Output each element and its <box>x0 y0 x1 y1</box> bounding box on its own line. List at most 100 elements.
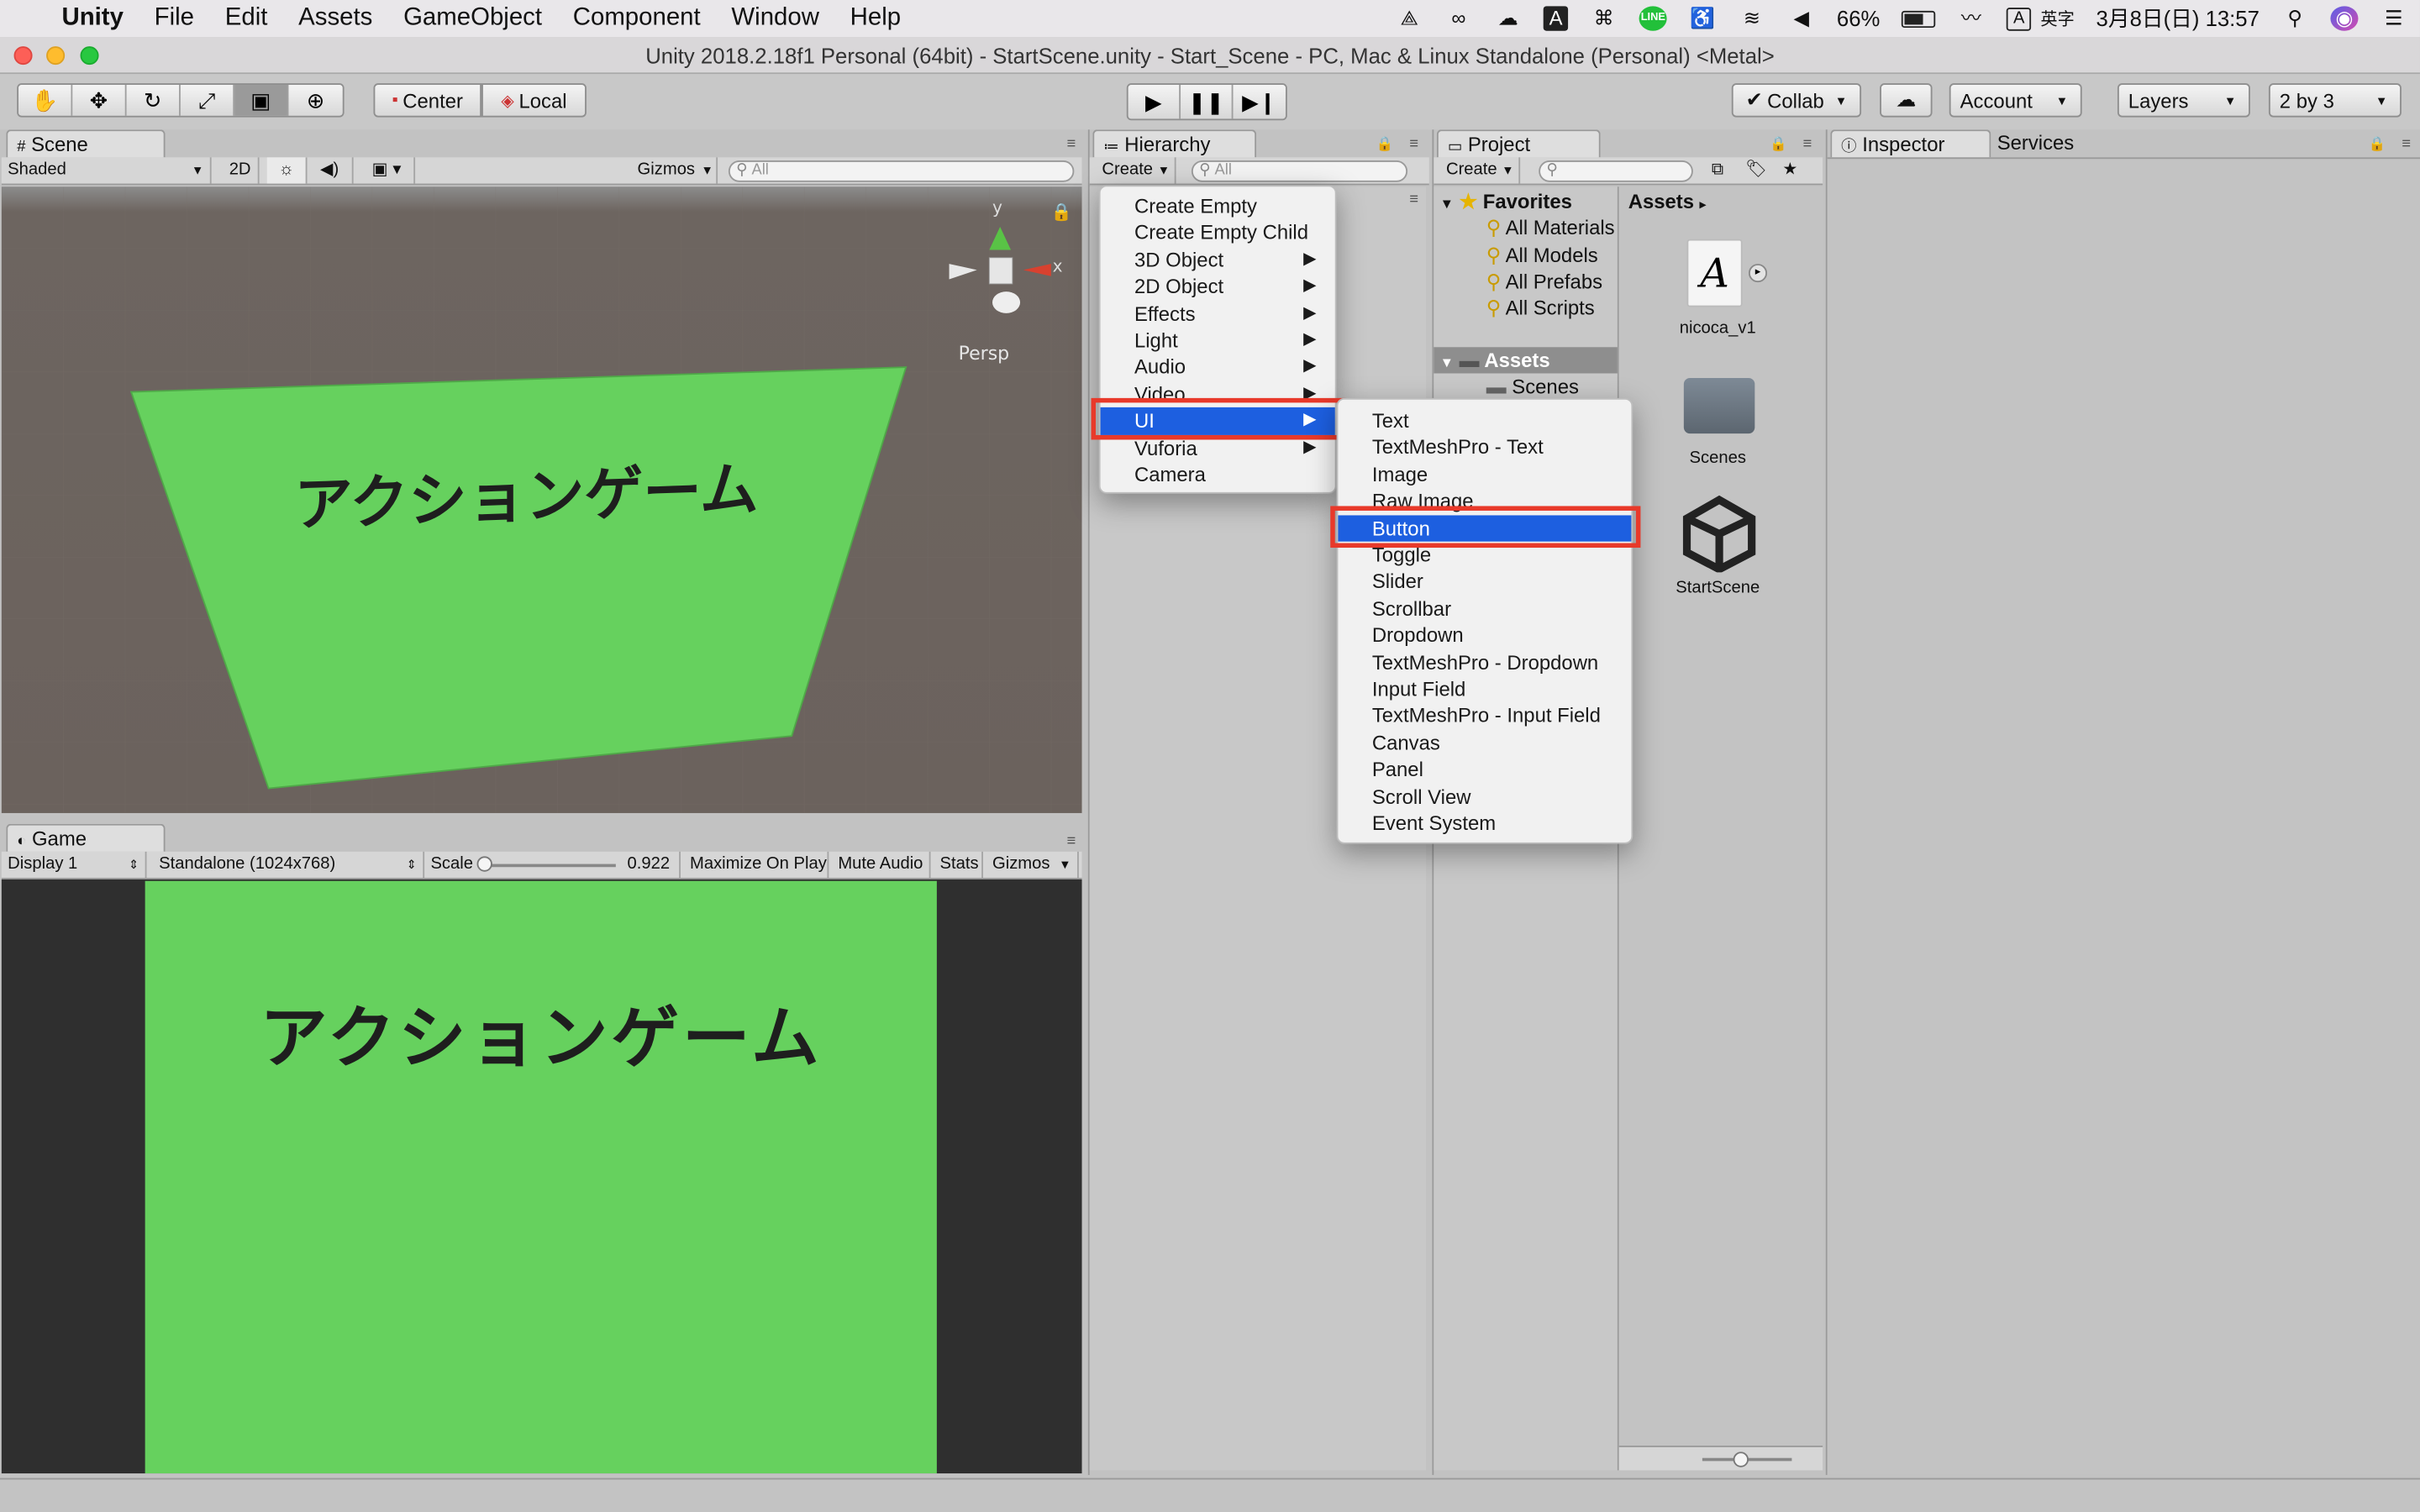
scene-menu-icon[interactable]: ≡ <box>1409 192 1418 208</box>
mute-audio-toggle[interactable]: Mute Audio <box>832 851 931 879</box>
menu-item-create-empty-child[interactable]: Create Empty Child <box>1101 220 1335 247</box>
project-create-dropdown[interactable]: Create ▼ <box>1440 157 1521 184</box>
menu-app-name[interactable]: Unity <box>46 5 139 33</box>
collab-dropdown[interactable]: ✔ Collab ▼ <box>1731 83 1862 118</box>
search-by-type-icon[interactable]: ⧉ <box>1706 157 1739 183</box>
submenu-item-textmeshpro-input-field[interactable]: TextMeshPro - Input Field <box>1338 702 1631 729</box>
submenu-item-panel[interactable]: Panel <box>1338 756 1631 783</box>
tab-scene[interactable]: # Scene <box>6 129 166 158</box>
game-viewport[interactable]: アクションゲーム <box>1 879 1082 1474</box>
scale-thumb[interactable] <box>476 856 492 872</box>
folder-icon[interactable] <box>1683 377 1755 434</box>
scenes-folder[interactable]: ▬ Scenes <box>1486 373 1579 399</box>
menu-assets[interactable]: Assets <box>283 5 388 33</box>
lighting-icon[interactable]: ☼ <box>266 157 308 184</box>
panel-menu-icon[interactable]: ≡ <box>1803 136 1812 153</box>
siri-icon[interactable]: ◉ <box>2330 6 2359 31</box>
menu-item-light[interactable]: Light ▶ <box>1101 327 1335 354</box>
zoom-window-button[interactable] <box>80 46 99 66</box>
menu-file[interactable]: File <box>139 5 209 33</box>
resolution-dropdown[interactable]: Standalone (1024x768) ⇕ <box>153 851 425 879</box>
panel-menu-icon[interactable]: ≡ <box>2402 136 2411 153</box>
submenu-item-event-system[interactable]: Event System <box>1338 810 1631 837</box>
menu-item-effects[interactable]: Effects ▶ <box>1101 300 1335 327</box>
favorite-all-materials[interactable]: ⚲ All Materials <box>1486 214 1615 240</box>
command-icon[interactable]: ⌘ <box>1590 6 1618 30</box>
submenu-item-image[interactable]: Image <box>1338 461 1631 488</box>
transform-tool-icon[interactable]: ⊕ <box>288 85 343 116</box>
lock-icon[interactable]: 🔒 <box>1051 202 1072 222</box>
spotlight-search-icon[interactable]: ⚲ <box>2281 6 2309 30</box>
cloud-button[interactable]: ☁ <box>1880 83 1933 118</box>
line-icon[interactable]: LINE <box>1639 6 1667 31</box>
lock-icon[interactable]: 🔒 <box>1770 136 1787 153</box>
tab-services[interactable]: Services <box>1997 131 2075 155</box>
2d-toggle[interactable]: 2D <box>222 157 260 184</box>
gizmos-dropdown[interactable]: Gizmos ▼ <box>631 157 718 184</box>
move-tool-icon[interactable]: ✥ <box>72 85 127 116</box>
scene-viewport[interactable]: アクションゲーム y x Persp 🔒 <box>1 186 1082 813</box>
activity-icon[interactable]: 〰 <box>1957 6 1985 30</box>
font-app-icon[interactable]: A <box>1543 6 1569 31</box>
account-dropdown[interactable]: Account ▼ <box>1949 83 2082 118</box>
layers-dropdown[interactable]: Layers ▼ <box>2117 83 2250 118</box>
menu-item-audio[interactable]: Audio ▶ <box>1101 354 1335 381</box>
icon-size-slider[interactable] <box>1733 1452 1749 1467</box>
menu-item-create-empty[interactable]: Create Empty <box>1101 193 1335 220</box>
favorite-all-scripts[interactable]: ⚲ All Scripts <box>1486 295 1595 321</box>
clock[interactable]: 3月8日(日) 13:57 <box>2096 3 2260 34</box>
menu-edit[interactable]: Edit <box>209 5 282 33</box>
favorites-star-icon[interactable]: ★ <box>1776 157 1810 183</box>
pivot-center-button[interactable]: ▪ Center <box>373 83 482 118</box>
layout-dropdown[interactable]: 2 by 3 ▼ <box>2268 83 2402 118</box>
tab-inspector[interactable]: ⓘ Inspector <box>1830 129 1991 158</box>
rotate-tool-icon[interactable]: ↻ <box>126 85 181 116</box>
audio-icon[interactable]: ◀) <box>308 157 354 184</box>
submenu-item-scroll-view[interactable]: Scroll View <box>1338 783 1631 810</box>
submenu-item-text[interactable]: Text <box>1338 407 1631 434</box>
lock-icon[interactable]: 🔒 <box>2369 136 2386 153</box>
effects-icon[interactable]: ▣ ▾ <box>360 157 416 184</box>
tab-game[interactable]: ◐ Game <box>6 823 166 852</box>
favorites-group[interactable]: ▼ ★ Favorites <box>1440 188 1572 214</box>
asset-breadcrumb[interactable]: Assets ▸ <box>1628 188 1706 214</box>
submenu-item-canvas[interactable]: Canvas <box>1338 729 1631 756</box>
submenu-item-scrollbar[interactable]: Scrollbar <box>1338 596 1631 622</box>
ime-label[interactable]: 英字 <box>2040 6 2074 30</box>
project-search-input[interactable] <box>1539 160 1693 182</box>
favorite-all-models[interactable]: ⚲ All Models <box>1486 242 1598 268</box>
vscode-icon[interactable]: ⟁ <box>1396 6 1423 30</box>
unity-scene-icon[interactable] <box>1681 495 1758 573</box>
pivot-local-button[interactable]: ◈ Local <box>481 83 587 118</box>
panel-menu-icon[interactable]: ≡ <box>1066 833 1076 850</box>
menu-component[interactable]: Component <box>557 5 716 33</box>
game-gizmos-dropdown[interactable]: Gizmos ▼ <box>986 851 1079 879</box>
menu-window[interactable]: Window <box>716 5 834 33</box>
lock-icon[interactable]: 🔒 <box>1376 136 1394 153</box>
maximize-on-play-toggle[interactable]: Maximize On Play <box>684 851 829 879</box>
favorite-all-prefabs[interactable]: ⚲ All Prefabs <box>1486 269 1602 295</box>
scale-slider[interactable]: Scale 0.922 <box>424 851 681 879</box>
panel-menu-icon[interactable]: ≡ <box>1409 136 1418 153</box>
scale-tool-icon[interactable]: ⤢ <box>180 85 235 116</box>
expand-play-icon[interactable]: ▸ <box>1748 264 1768 283</box>
ime-badge[interactable]: A <box>2007 7 2032 30</box>
volume-icon[interactable]: ◀ <box>1787 6 1815 30</box>
hierarchy-search-input[interactable]: All <box>1191 160 1408 182</box>
rect-tool-icon[interactable]: ▣ <box>234 85 289 116</box>
wifi-icon[interactable]: ≋ <box>1738 6 1765 30</box>
minimize-window-button[interactable] <box>46 46 66 66</box>
display-dropdown[interactable]: Display 1 ⇕ <box>2 851 147 879</box>
menu-help[interactable]: Help <box>834 5 916 33</box>
submenu-item-dropdown[interactable]: Dropdown <box>1338 622 1631 649</box>
stats-toggle[interactable]: Stats <box>934 851 983 879</box>
notification-center-icon[interactable]: ☰ <box>2380 6 2407 30</box>
scene-search-input[interactable]: All <box>728 160 1075 182</box>
pause-button[interactable]: ❚❚ <box>1181 85 1234 119</box>
submenu-item-input-field[interactable]: Input Field <box>1338 675 1631 702</box>
tab-hierarchy[interactable]: ≔ Hierarchy <box>1092 129 1257 158</box>
shading-dropdown[interactable]: Shaded ▼ <box>2 157 212 184</box>
hand-tool-icon[interactable]: ✋ <box>18 85 73 116</box>
accessibility-icon[interactable]: ♿ <box>1689 6 1717 30</box>
menu-item-3d-object[interactable]: 3D Object ▶ <box>1101 246 1335 273</box>
